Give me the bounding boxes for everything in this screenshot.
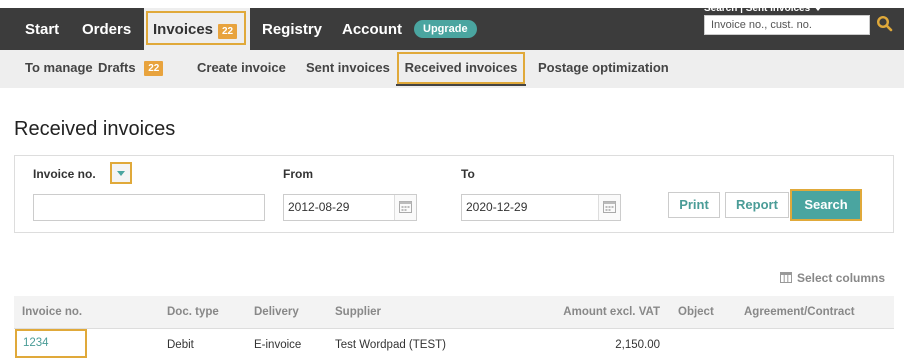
subnav-drafts[interactable]: Drafts 22: [98, 50, 164, 86]
chevron-down-icon: [814, 5, 823, 11]
amount-cell: 2,150.00: [615, 339, 660, 351]
invoice-number-link[interactable]: 1234: [15, 329, 87, 358]
column-header-doc-type[interactable]: Doc. type: [167, 296, 219, 329]
to-label: To: [461, 167, 475, 181]
supplier-cell: Test Wordpad (TEST): [335, 339, 446, 351]
nav-registry[interactable]: Registry: [262, 8, 322, 50]
nav-start[interactable]: Start: [25, 8, 59, 50]
filter-panel: Invoice no. From 2012-08-29 To 2020-12-2…: [14, 155, 894, 233]
column-header-invoice-no[interactable]: Invoice no.: [22, 296, 82, 329]
invoices-count-badge: 22: [218, 24, 238, 39]
drafts-count-badge: 22: [144, 61, 164, 77]
column-header-delivery[interactable]: Delivery: [254, 296, 299, 329]
upgrade-button[interactable]: Upgrade: [414, 20, 477, 38]
search-scope-selector[interactable]: Search | Sent invoices: [704, 3, 823, 14]
from-date-field[interactable]: 2012-08-29: [283, 194, 417, 221]
select-columns-button[interactable]: Select columns: [780, 271, 885, 285]
column-header-agreement[interactable]: Agreement/Contract: [744, 296, 855, 329]
search-icon[interactable]: [876, 15, 894, 33]
report-button[interactable]: Report: [725, 192, 789, 218]
subnav-create-invoice[interactable]: Create invoice: [197, 50, 286, 86]
columns-icon: [780, 272, 792, 283]
filter-field-dropdown[interactable]: [110, 162, 132, 184]
page-title: Received invoices: [14, 118, 176, 140]
table-header: Invoice no. Doc. type Delivery Supplier …: [14, 296, 894, 329]
column-header-supplier[interactable]: Supplier: [335, 296, 381, 329]
subnav-received-highlight: [397, 52, 525, 84]
nav-orders[interactable]: Orders: [82, 8, 131, 50]
search-button[interactable]: Search: [790, 189, 862, 221]
delivery-cell: E-invoice: [254, 339, 302, 351]
table-row[interactable]: 1234 Debit E-invoice Test Wordpad (TEST)…: [14, 329, 894, 361]
invoice-link-highlight: [15, 329, 87, 358]
nav-invoices[interactable]: Invoices 22: [144, 8, 250, 50]
sub-nav: To manage Drafts 22 Create invoice Sent …: [0, 50, 904, 88]
select-columns-label: Select columns: [797, 271, 886, 285]
from-date-value: 2012-08-29: [288, 200, 350, 214]
to-date-value: 2020-12-29: [466, 200, 528, 214]
to-date-field[interactable]: 2020-12-29: [461, 194, 621, 221]
doc-type-cell: Debit: [167, 339, 194, 351]
subnav-postage-optimization[interactable]: Postage optimization: [538, 50, 669, 86]
invoice-no-field[interactable]: [33, 194, 265, 221]
print-button[interactable]: Print: [668, 192, 720, 218]
invoice-no-filter-label: Invoice no.: [33, 167, 96, 181]
subnav-received-invoices[interactable]: Received invoices: [396, 50, 526, 86]
subnav-drafts-label: Drafts: [98, 60, 136, 75]
subnav-sent-invoices[interactable]: Sent invoices: [306, 50, 390, 86]
search-scope-label: Search | Sent invoices: [704, 3, 811, 14]
nav-invoices-label: Invoices: [153, 21, 214, 38]
column-header-object[interactable]: Object: [678, 296, 714, 329]
subnav-to-manage[interactable]: To manage: [25, 50, 93, 86]
calendar-icon[interactable]: [394, 195, 416, 220]
nav-account[interactable]: Account: [342, 8, 402, 50]
calendar-icon[interactable]: [598, 195, 620, 220]
search-input[interactable]: [704, 15, 870, 35]
column-header-amount[interactable]: Amount excl. VAT: [530, 296, 660, 329]
from-label: From: [283, 167, 313, 181]
